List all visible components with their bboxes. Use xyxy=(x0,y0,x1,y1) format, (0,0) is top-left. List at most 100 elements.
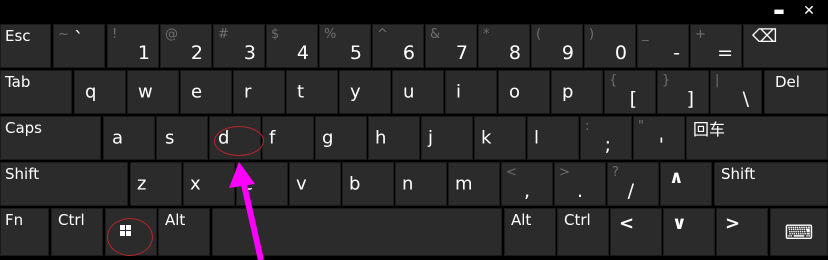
key-label: Alt xyxy=(511,211,532,229)
key-u[interactable]: u xyxy=(392,70,444,114)
key-backspace[interactable]: ⌫ xyxy=(743,24,828,68)
on-screen-keyboard: ▬ ✕ Esc ~ ` ! 1 @ 2 # 3 $ 4 % 5 ^ 6 & 7 … xyxy=(0,0,828,260)
shift-symbol: @ xyxy=(165,27,178,42)
key-2[interactable]: @ 2 xyxy=(160,24,212,68)
base-symbol: ; xyxy=(604,134,611,156)
left-arrow-icon: < xyxy=(619,213,635,234)
base-symbol: 0 xyxy=(614,42,627,64)
key-minus[interactable]: _ - xyxy=(637,24,689,68)
key-equals[interactable]: + = xyxy=(690,24,742,68)
base-symbol: 1 xyxy=(137,42,150,64)
minimize-button[interactable]: ▬ xyxy=(768,2,790,20)
key-label: Fn xyxy=(5,211,24,229)
shift-symbol: * xyxy=(483,27,490,42)
shift-symbol: + xyxy=(695,27,706,42)
base-symbol: = xyxy=(717,42,733,64)
key-y[interactable]: y xyxy=(339,70,391,114)
key-w[interactable]: w xyxy=(127,70,179,114)
backspace-icon: ⌫ xyxy=(752,26,778,47)
key-label: Ctrl xyxy=(564,211,591,229)
key-up-arrow[interactable]: ∧ xyxy=(660,162,712,206)
shift-symbol: { xyxy=(609,73,618,88)
base-symbol: 7 xyxy=(455,42,468,64)
key-fn[interactable]: Fn xyxy=(0,208,49,256)
key-right-bracket[interactable]: } ] xyxy=(657,70,709,114)
key-o[interactable]: o xyxy=(498,70,550,114)
keyboard-icon: ⌨ xyxy=(784,220,814,244)
key-s[interactable]: s xyxy=(156,116,208,160)
key-alt-right[interactable]: Alt xyxy=(504,208,556,256)
base-symbol: , xyxy=(523,180,530,202)
key-caps[interactable]: Caps xyxy=(0,116,101,160)
key-q[interactable]: q xyxy=(74,70,126,114)
key-enter[interactable]: 回车 xyxy=(686,116,828,160)
shift-symbol: # xyxy=(218,27,229,42)
key-l[interactable]: l xyxy=(527,116,579,160)
shift-symbol: } xyxy=(662,73,671,88)
key-backquote[interactable]: ~ ` xyxy=(53,24,105,68)
key-f[interactable]: f xyxy=(262,116,314,160)
key-label: o xyxy=(509,81,521,103)
shift-symbol: " xyxy=(638,119,644,134)
key-1[interactable]: ! 1 xyxy=(107,24,159,68)
key-down-arrow[interactable]: ∨ xyxy=(663,208,715,256)
key-label: i xyxy=(456,81,462,103)
key-quote[interactable]: " ' xyxy=(633,116,685,160)
key-right-arrow[interactable]: > xyxy=(716,208,768,256)
key-p[interactable]: p xyxy=(551,70,603,114)
base-symbol: 3 xyxy=(243,42,256,64)
key-comma[interactable]: < , xyxy=(501,162,553,206)
close-button[interactable]: ✕ xyxy=(798,2,820,20)
key-del[interactable]: Del xyxy=(764,70,828,114)
key-m[interactable]: m xyxy=(448,162,500,206)
key-9[interactable]: ( 9 xyxy=(531,24,583,68)
pointer-arrow xyxy=(229,162,264,260)
key-3[interactable]: # 3 xyxy=(213,24,265,68)
key-tab[interactable]: Tab xyxy=(0,70,72,114)
key-j[interactable]: j xyxy=(421,116,473,160)
key-4[interactable]: $ 4 xyxy=(266,24,318,68)
key-t[interactable]: t xyxy=(286,70,338,114)
key-ctrl-left[interactable]: Ctrl xyxy=(51,208,103,256)
key-label: Shift xyxy=(721,165,756,183)
key-label: v xyxy=(296,173,307,195)
key-shift-left[interactable]: Shift xyxy=(0,162,128,206)
key-0[interactable]: ) 0 xyxy=(584,24,636,68)
key-esc[interactable]: Esc xyxy=(0,24,51,68)
shift-symbol: % xyxy=(324,27,337,42)
key-b[interactable]: b xyxy=(342,162,394,206)
key-n[interactable]: n xyxy=(395,162,447,206)
key-left-arrow[interactable]: < xyxy=(610,208,662,256)
key-backslash[interactable]: | \ xyxy=(710,70,762,114)
key-g[interactable]: g xyxy=(315,116,367,160)
up-arrow-icon: ∧ xyxy=(669,167,684,188)
key-keyboard-menu[interactable]: ⌨ xyxy=(770,208,828,256)
key-8[interactable]: * 8 xyxy=(478,24,530,68)
key-h[interactable]: h xyxy=(368,116,420,160)
key-r[interactable]: r xyxy=(233,70,285,114)
key-label: 回车 xyxy=(693,120,726,139)
key-label: Shift xyxy=(5,165,40,183)
key-7[interactable]: & 7 xyxy=(425,24,477,68)
key-i[interactable]: i xyxy=(445,70,497,114)
key-v[interactable]: v xyxy=(289,162,341,206)
key-label: Del xyxy=(775,73,800,91)
key-5[interactable]: % 5 xyxy=(319,24,371,68)
key-shift-right[interactable]: Shift xyxy=(714,162,828,206)
shift-symbol: _ xyxy=(642,27,649,42)
key-z[interactable]: z xyxy=(130,162,182,206)
base-symbol: 6 xyxy=(402,42,415,64)
key-period[interactable]: > . xyxy=(554,162,606,206)
key-a[interactable]: a xyxy=(103,116,155,160)
key-slash[interactable]: ? / xyxy=(607,162,659,206)
key-semicolon[interactable]: : ; xyxy=(580,116,632,160)
key-k[interactable]: k xyxy=(474,116,526,160)
key-left-bracket[interactable]: { [ xyxy=(604,70,656,114)
base-symbol: 9 xyxy=(561,42,574,64)
key-alt-left[interactable]: Alt xyxy=(158,208,210,256)
shift-symbol: > xyxy=(559,165,570,180)
key-ctrl-right[interactable]: Ctrl xyxy=(557,208,609,256)
shift-symbol: $ xyxy=(271,27,280,42)
key-e[interactable]: e xyxy=(180,70,232,114)
key-6[interactable]: ^ 6 xyxy=(372,24,424,68)
